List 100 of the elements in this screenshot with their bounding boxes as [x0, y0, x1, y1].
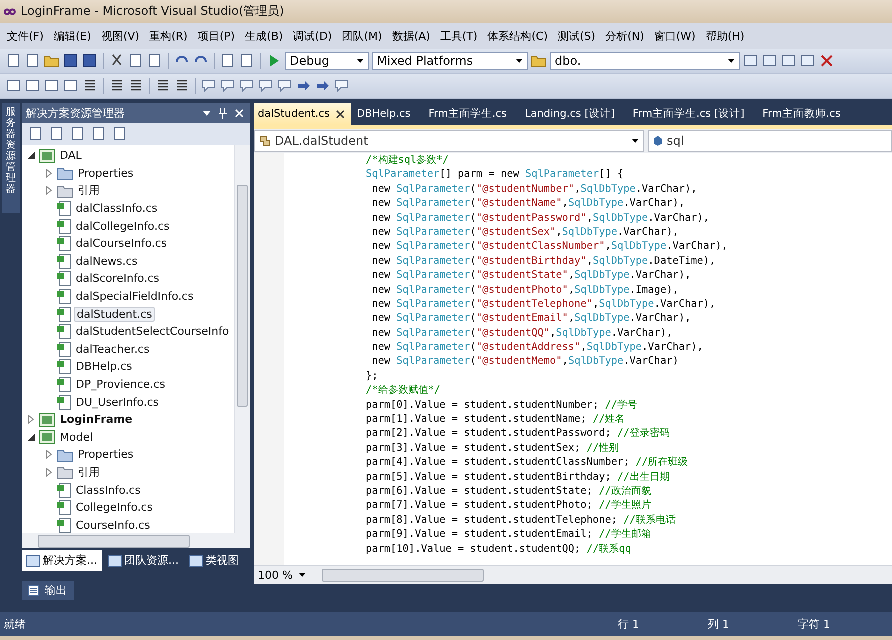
vertical-scrollbar[interactable] [234, 145, 250, 533]
tree-item[interactable]: DP_Provience.cs [74, 378, 168, 392]
document-icon[interactable] [112, 126, 128, 142]
menu-item[interactable]: 帮助(H) [700, 26, 750, 46]
infinity-logo-icon [3, 6, 17, 16]
tree-item[interactable]: dalNews.cs [74, 254, 140, 268]
menu-item[interactable]: 体系结构(C) [482, 26, 553, 46]
panel-tab[interactable]: 解决方案... [22, 550, 102, 571]
menu-item[interactable]: 项目(P) [192, 26, 240, 46]
tree-item[interactable]: Model [58, 430, 96, 444]
code-line: new SqlParameter("@studentNumber",SqlDbType.VarChar), [371, 182, 698, 197]
menu-item[interactable]: 调试(D) [288, 26, 338, 46]
menu-item[interactable]: 重构(R) [144, 26, 193, 46]
menu-item[interactable]: 编辑(E) [48, 26, 96, 46]
tree-item[interactable]: LoginFrame [58, 413, 135, 426]
collapsed-triangle-icon[interactable] [46, 168, 52, 178]
tree-item[interactable]: dalClassInfo.cs [74, 202, 160, 216]
tree-item[interactable]: dalSpecialFieldInfo.cs [74, 290, 196, 304]
document-tab[interactable]: DBHelp.cs [352, 103, 423, 125]
arrow-icon[interactable] [315, 78, 331, 94]
menu-item[interactable]: 分析(N) [600, 26, 650, 46]
expanded-triangle-icon[interactable] [28, 152, 34, 160]
platform-dropdown[interactable]: Mixed Platforms [372, 52, 528, 70]
type-dropdown[interactable]: DAL.dalStudent [254, 130, 644, 152]
document-tab[interactable]: Frm主面学生.cs [设计] [628, 103, 757, 125]
document-icon[interactable] [28, 126, 44, 142]
menu-item[interactable]: 生成(B) [240, 26, 288, 46]
caret-icon[interactable] [203, 109, 211, 117]
csharp-file-icon [57, 254, 71, 269]
comment-icon[interactable] [334, 78, 350, 94]
tree-item[interactable]: DU_UserInfo.cs [74, 396, 161, 409]
document-icon[interactable] [6, 53, 22, 69]
document-icon[interactable] [220, 53, 236, 69]
tree-item[interactable]: dalScoreInfo.cs [74, 272, 162, 286]
panel-tab[interactable]: 类视图 [185, 550, 243, 571]
tree-item[interactable]: 引用 [76, 183, 102, 198]
tree-item[interactable]: 引用 [76, 464, 102, 480]
code-line: parm[4].Value = student.studentClassNumber; //所在班级 [366, 456, 690, 470]
tree-item[interactable]: dalCourseInfo.cs [74, 237, 170, 250]
code-line: /*构建sql参数*/ [366, 154, 450, 168]
code-line: new SqlParameter("@studentQQ",SqlDbType.VarChar), [371, 326, 674, 341]
zoom-dropdown[interactable]: 100 % [254, 568, 310, 582]
csharp-file-icon [57, 218, 71, 234]
tree-item[interactable]: CourseInfo.cs [74, 518, 152, 532]
comment-icon[interactable] [258, 78, 274, 94]
tree-item[interactable]: dalTeacher.cs [74, 342, 152, 356]
menu-item[interactable]: 视图(V) [96, 26, 145, 46]
code-line: /*给参数赋值*/ [366, 384, 442, 398]
menu-item[interactable]: 窗口(W) [649, 26, 701, 46]
document-tab[interactable]: Frm主面学生.cs [424, 103, 519, 125]
code-line: new SqlParameter("@studentPassword",SqlDbType.VarChar), [371, 212, 711, 226]
tree-item[interactable]: dalStudentSelectCourseInfo [74, 325, 232, 338]
code-line: new SqlParameter("@studentPhoto",SqlDbType.Image), [371, 284, 680, 298]
horizontal-scrollbar[interactable] [22, 533, 250, 548]
pin-icon[interactable] [219, 108, 227, 118]
tree-item[interactable]: dalStudent.cs [74, 306, 156, 322]
document-icon[interactable] [239, 53, 255, 69]
csharp-file-icon [57, 306, 71, 322]
menu-item[interactable]: 数据(A) [387, 26, 436, 46]
document-tab[interactable]: Landing.cs [设计] [520, 103, 627, 125]
document-tab[interactable]: dalStudent.cs [254, 103, 351, 125]
member-dropdown[interactable]: sql [648, 130, 892, 152]
document-icon[interactable] [6, 78, 22, 94]
collapsed-triangle-icon[interactable] [46, 186, 52, 196]
menu-item[interactable]: 测试(S) [553, 26, 601, 46]
comment-icon[interactable] [277, 78, 293, 94]
comment-icon[interactable] [220, 78, 236, 94]
tree-item[interactable]: Properties [76, 448, 136, 462]
menu-item[interactable]: 团队(M) [337, 26, 388, 46]
code-line: new SqlParameter("@studentState",SqlDbType.VarChar), [371, 269, 692, 284]
output-window-icon [28, 585, 39, 596]
collapsed-triangle-icon[interactable] [46, 468, 52, 477]
csharp-file-icon [57, 236, 71, 252]
configuration-dropdown[interactable]: Debug [285, 52, 369, 70]
tree-item[interactable]: dalCollegeInfo.cs [74, 220, 172, 233]
menu-item[interactable]: 文件(F) [2, 26, 49, 46]
comment-icon[interactable] [201, 78, 217, 94]
code-line: }; [366, 370, 380, 384]
comment-icon[interactable] [239, 78, 255, 94]
panel-tab[interactable]: 团队资源... [104, 550, 183, 571]
side-tab[interactable]: 服务器资源管理器 [2, 103, 20, 213]
tree-item[interactable]: ClassInfo.cs [74, 484, 143, 497]
output-tab[interactable]: 输出 [22, 581, 74, 600]
menu-item[interactable]: 工具(T) [435, 26, 483, 46]
tree-item[interactable]: Properties [76, 166, 136, 180]
close-icon[interactable] [336, 110, 345, 118]
tree-item[interactable]: DBHelp.cs [74, 360, 134, 374]
collapsed-triangle-icon[interactable] [28, 415, 34, 424]
document-icon[interactable] [70, 126, 86, 142]
document-icon[interactable] [91, 126, 107, 142]
collapsed-triangle-icon[interactable] [46, 450, 52, 460]
code-line: SqlParameter[] parm = new SqlParameter[] { [366, 168, 625, 182]
tree-item[interactable]: DAL [58, 149, 84, 162]
tree-item[interactable]: CollegeInfo.cs [74, 501, 155, 514]
expanded-triangle-icon[interactable] [28, 434, 34, 441]
arrow-icon[interactable] [296, 78, 312, 94]
document-icon[interactable] [49, 126, 65, 142]
document-tab[interactable]: Frm主面教师.cs [758, 103, 853, 125]
folder-icon [57, 166, 73, 180]
schema-dropdown[interactable]: dbo. [550, 52, 740, 70]
